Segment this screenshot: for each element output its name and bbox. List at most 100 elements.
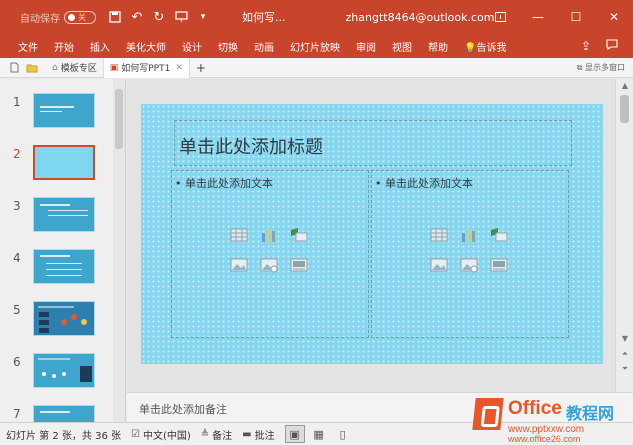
comments-button-label: 批注 xyxy=(254,430,275,442)
title-placeholder-text: 单击此处添加标题 xyxy=(179,137,323,158)
notes-icon: ≜ xyxy=(200,428,210,440)
canvas-scrollbar[interactable]: ▲ ▼ ⏶ ⏷ xyxy=(615,79,633,392)
insert-smartart-icon[interactable] xyxy=(490,227,508,243)
slide-thumbnail-3[interactable]: 3 xyxy=(0,197,112,237)
slide-canvas: 单击此处添加标题 • 单击此处添加文本 • 单击此处添加文本 xyxy=(127,79,615,392)
tab-help[interactable]: 帮助 xyxy=(420,39,456,54)
tab-file[interactable]: 文件 xyxy=(0,39,46,54)
undo-icon[interactable]: ↶ xyxy=(126,6,148,28)
comments-button[interactable]: ▬ 批注 xyxy=(242,427,274,442)
thumb-image xyxy=(33,353,95,388)
thumb-image xyxy=(33,405,95,422)
right-content-text: • 单击此处添加文本 xyxy=(375,177,473,190)
thumb-image xyxy=(33,93,95,128)
slide-counter: 幻灯片 第 2 张，共 36 张 xyxy=(6,430,121,442)
tell-me[interactable]: 💡告诉我 xyxy=(456,39,514,54)
tab-insert[interactable]: 插入 xyxy=(82,39,118,54)
redo-icon[interactable]: ↻ xyxy=(148,6,170,28)
share-icon[interactable]: ⇪ xyxy=(573,39,599,53)
insert-online-picture-icon[interactable] xyxy=(260,257,278,273)
home-icon: ⌂ xyxy=(52,62,58,73)
thumb-image xyxy=(33,145,95,180)
reading-view-icon[interactable]: ▯ xyxy=(333,425,353,443)
comment-icon[interactable] xyxy=(599,39,625,53)
document-tabs: ⌂ 模板专区 ▣ 如何写PPT1 ✕ + ⧉ 显示多窗口 xyxy=(0,57,633,78)
close-icon[interactable]: ✕ xyxy=(595,0,633,34)
tab-home[interactable]: 开始 xyxy=(46,39,82,54)
new-doc-icon[interactable] xyxy=(6,60,22,76)
ppt-file-icon: ▣ xyxy=(109,62,119,73)
tab-template-zone[interactable]: ⌂ 模板专区 xyxy=(46,57,104,78)
slide[interactable]: 单击此处添加标题 • 单击此处添加文本 • 单击此处添加文本 xyxy=(141,104,603,364)
thumb-image xyxy=(33,301,95,336)
folder-icon[interactable] xyxy=(24,60,40,76)
slide-thumbnail-1[interactable]: 1 xyxy=(0,93,112,133)
document-title: 如何写... xyxy=(242,11,286,24)
insert-video-icon[interactable] xyxy=(290,257,308,273)
prev-slide-icon[interactable]: ⏶ xyxy=(616,349,633,359)
slide-sorter-icon[interactable]: ▦ xyxy=(309,425,329,443)
account-email[interactable]: zhangtt8464@outlook.com xyxy=(346,11,495,24)
tab-close-icon[interactable]: ✕ xyxy=(175,63,183,73)
insert-picture-icon[interactable] xyxy=(430,257,448,273)
slide-thumbnail-5[interactable]: 5 xyxy=(0,301,112,341)
toggle-dot xyxy=(68,13,75,21)
tab-review[interactable]: 审阅 xyxy=(348,39,384,54)
slide-thumbnail-7[interactable]: 7 xyxy=(0,405,112,422)
title-bar: 自动保存 关 ↶ ↻ ▾ 如何写... zhangtt8464@outlook.… xyxy=(0,0,633,34)
quick-access-toolbar: ↶ ↻ ▾ xyxy=(104,6,214,28)
insert-table-icon[interactable] xyxy=(430,227,448,243)
tab-view[interactable]: 视图 xyxy=(384,39,420,54)
thumb-number: 1 xyxy=(13,95,21,109)
thumb-number: 2 xyxy=(13,147,21,161)
tab-slideshow[interactable]: 幻灯片放映 xyxy=(282,39,348,54)
insert-picture-icon[interactable] xyxy=(230,257,248,273)
save-icon[interactable] xyxy=(104,6,126,28)
left-content-placeholder[interactable]: • 单击此处添加文本 xyxy=(171,170,369,338)
autosave[interactable]: 自动保存 关 xyxy=(20,10,96,25)
notes-placeholder: 单击此处添加备注 xyxy=(139,403,227,416)
tab-transitions[interactable]: 切换 xyxy=(210,39,246,54)
thumb-image xyxy=(33,249,95,284)
insert-online-picture-icon[interactable] xyxy=(460,257,478,273)
slide-thumbnail-4[interactable]: 4 xyxy=(0,249,112,289)
multi-window-button[interactable]: ⧉ 显示多窗口 xyxy=(577,62,625,73)
canvas-scroll-thumb[interactable] xyxy=(620,95,629,123)
insert-icons-left xyxy=(230,227,310,279)
insert-chart-icon[interactable] xyxy=(260,227,278,243)
insert-chart-icon[interactable] xyxy=(460,227,478,243)
presenter-icon[interactable] xyxy=(170,6,192,28)
insert-smartart-icon[interactable] xyxy=(290,227,308,243)
autosave-label: 自动保存 xyxy=(20,13,60,25)
insert-table-icon[interactable] xyxy=(230,227,248,243)
scroll-up-icon[interactable]: ▲ xyxy=(616,81,633,90)
customize-qa-icon[interactable]: ▾ xyxy=(192,6,214,28)
normal-view-icon[interactable]: ▣ xyxy=(284,425,305,443)
slide-thumbnail-6[interactable]: 6 xyxy=(0,353,112,393)
autosave-toggle[interactable]: 关 xyxy=(64,10,96,24)
notes-button-label: 备注 xyxy=(212,430,233,442)
thumb-number: 5 xyxy=(13,303,21,317)
maximize-icon[interactable]: ☐ xyxy=(557,0,595,34)
language-indicator[interactable]: ☑ 中文(中国) xyxy=(131,427,191,442)
notes-button[interactable]: ≜ 备注 xyxy=(201,427,232,442)
ribbon-tabs: 文件 开始 插入 美化大师 设计 切换 动画 幻灯片放映 审阅 视图 帮助 💡告… xyxy=(0,34,633,58)
right-content-placeholder[interactable]: • 单击此处添加文本 xyxy=(371,170,569,338)
thumb-number: 6 xyxy=(13,355,21,369)
autosave-state: 关 xyxy=(78,12,86,22)
thumbnail-scroll-thumb[interactable] xyxy=(115,89,123,149)
next-slide-icon[interactable]: ⏷ xyxy=(616,364,633,374)
tab-design[interactable]: 设计 xyxy=(174,39,210,54)
ribbon-display-icon[interactable] xyxy=(481,0,519,34)
tab-beautify[interactable]: 美化大师 xyxy=(118,39,174,54)
slide-thumbnail-2[interactable]: 2 xyxy=(0,145,112,185)
title-placeholder[interactable]: 单击此处添加标题 xyxy=(174,120,572,166)
tab-current-doc[interactable]: ▣ 如何写PPT1 ✕ xyxy=(103,57,190,78)
thumbnail-scrollbar[interactable] xyxy=(113,79,125,422)
language-label: 中文(中国) xyxy=(142,430,191,442)
insert-video-icon[interactable] xyxy=(490,257,508,273)
add-tab-button[interactable]: + xyxy=(190,58,212,78)
tab-animations[interactable]: 动画 xyxy=(246,39,282,54)
scroll-down-icon[interactable]: ▼ xyxy=(616,334,633,343)
minimize-icon[interactable]: — xyxy=(519,0,557,34)
